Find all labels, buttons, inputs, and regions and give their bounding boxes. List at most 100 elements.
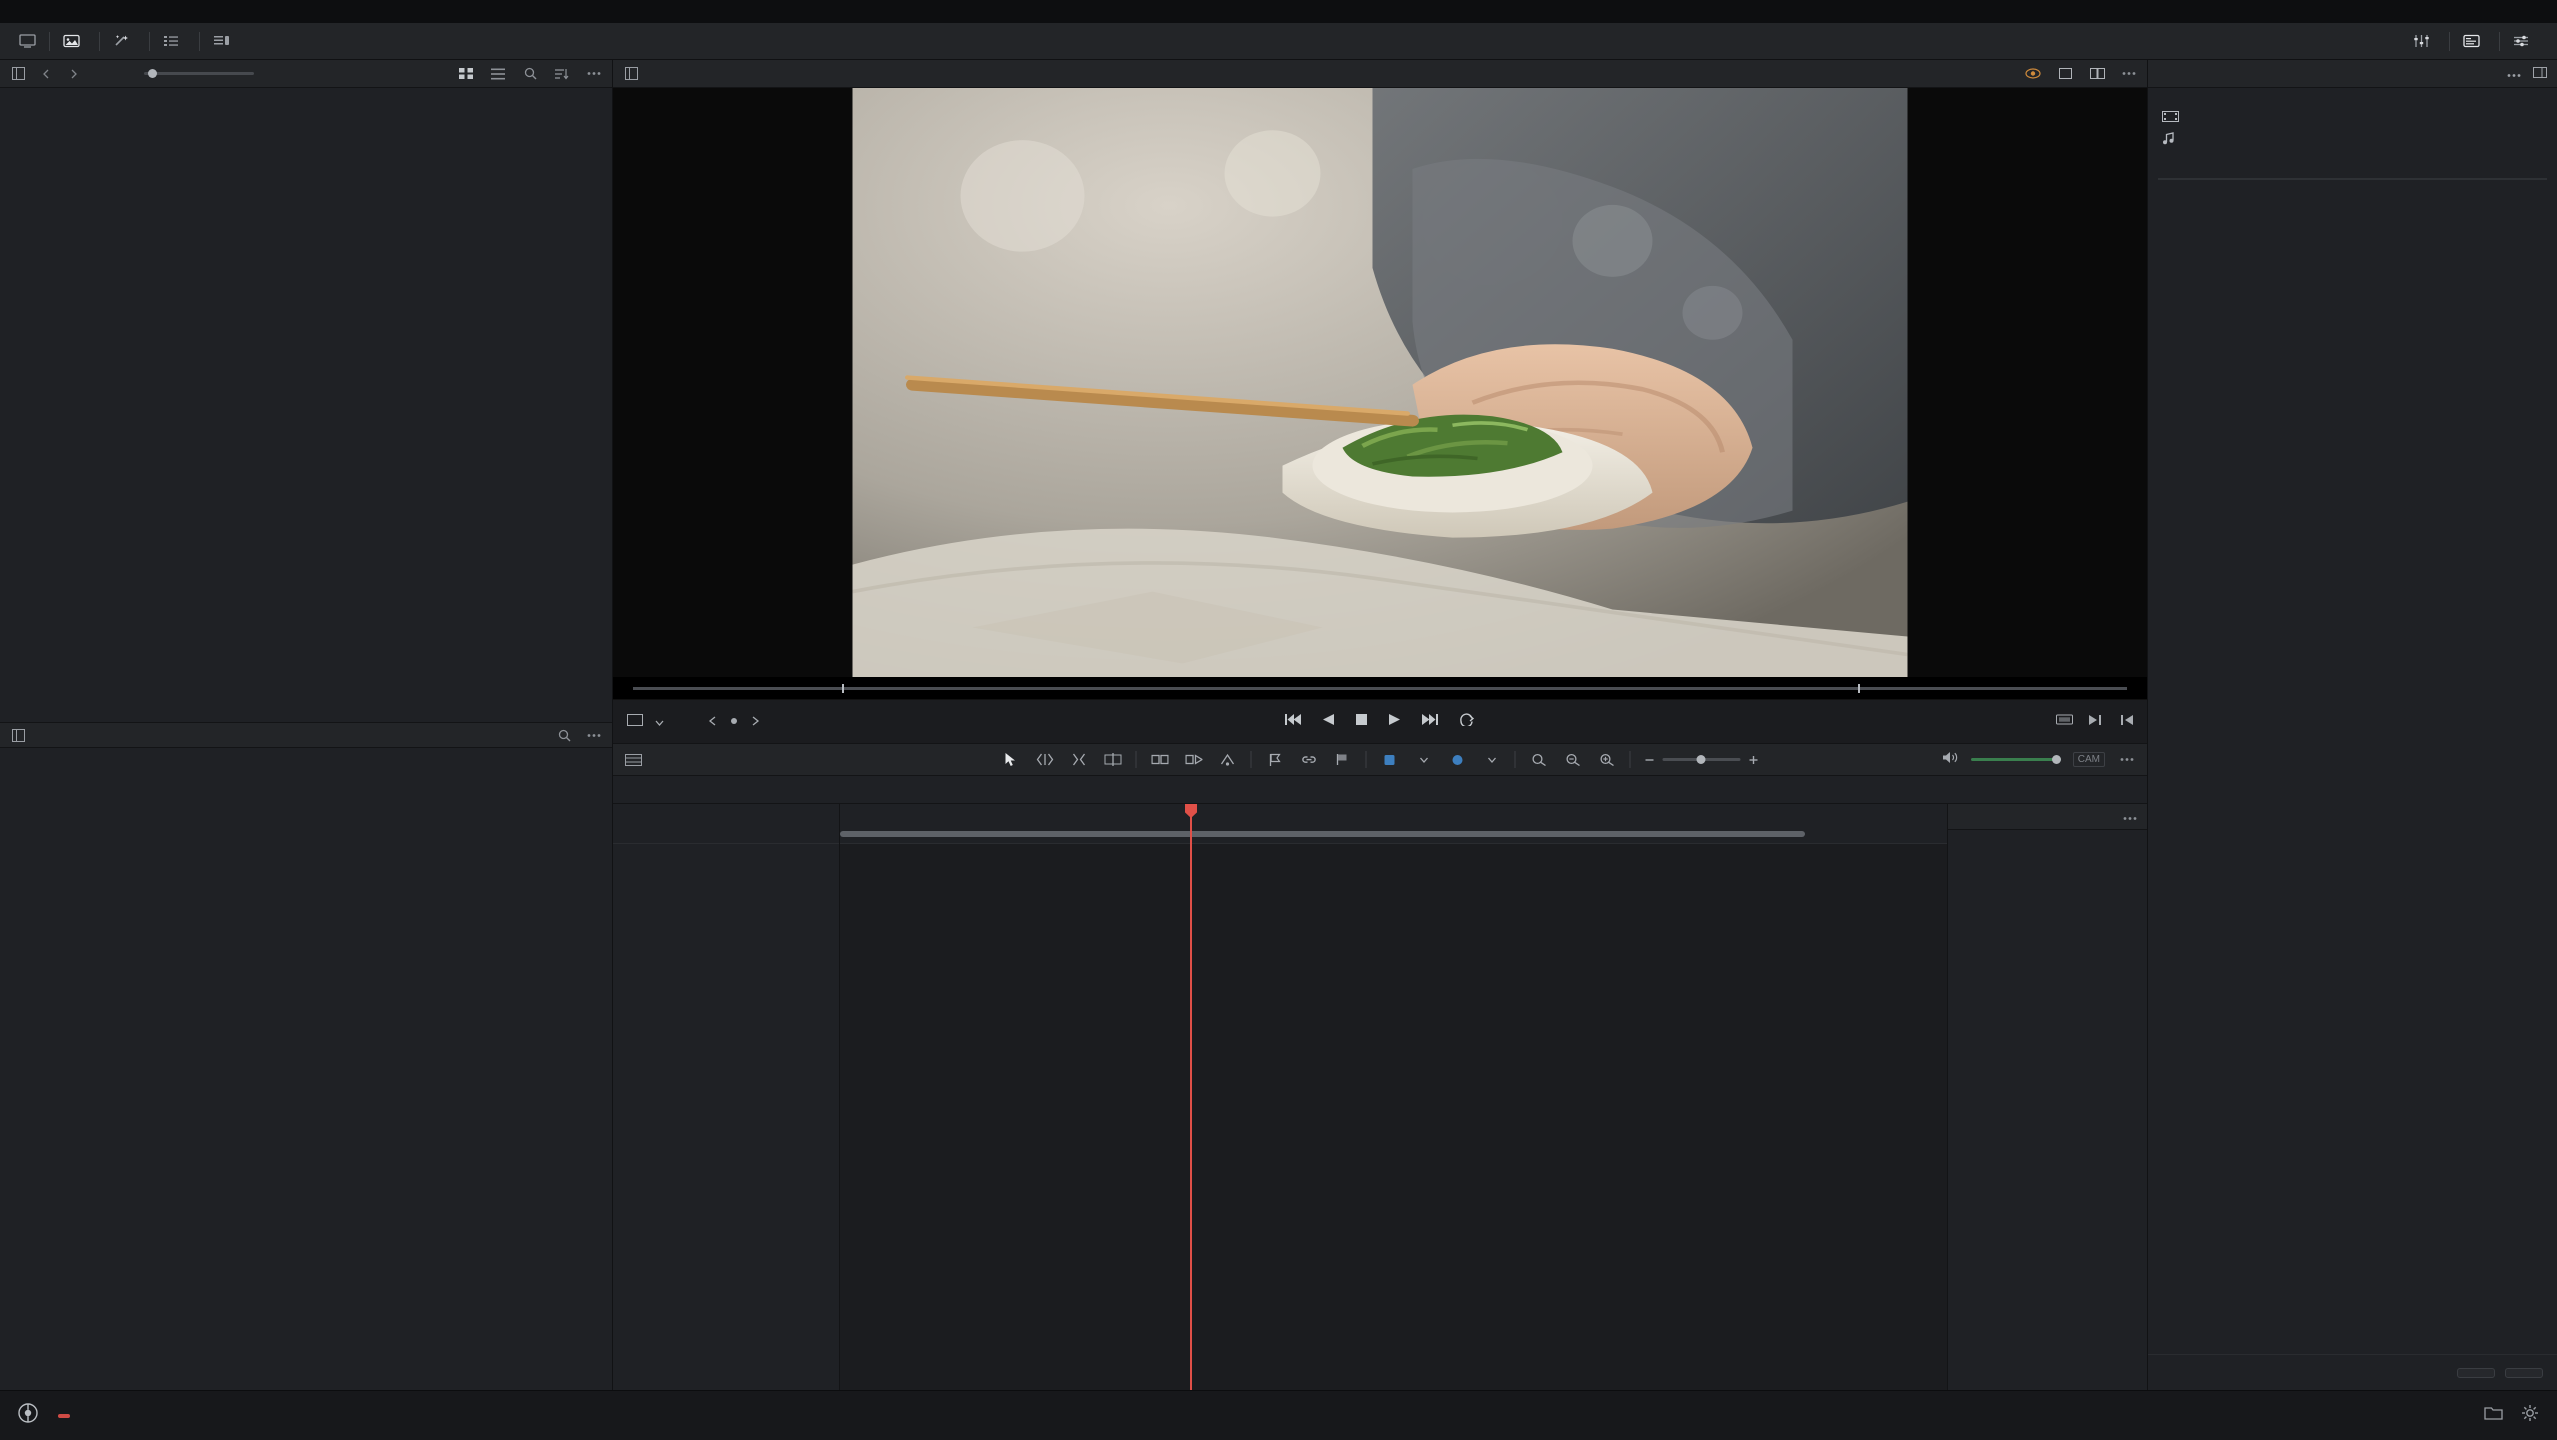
dynamic-trim-tool-icon[interactable]: [1062, 743, 1096, 776]
marker-color-dropdown-icon[interactable]: [1407, 743, 1441, 776]
thumbnail-size-slider[interactable]: [144, 69, 254, 78]
home-button[interactable]: [6, 23, 49, 60]
selection-tool-icon[interactable]: [994, 743, 1028, 776]
viewer-toolbar: [613, 60, 2147, 88]
effects-list[interactable]: [0, 748, 612, 1390]
sound-library-button[interactable]: [200, 23, 249, 60]
marker-tool-icon[interactable]: [1326, 743, 1360, 776]
audio-note-icon: [2162, 132, 2188, 148]
timeline-view-options-icon[interactable]: [623, 750, 643, 770]
bottom-bar: [0, 1390, 2557, 1440]
edit-index-button[interactable]: [150, 23, 199, 60]
audio-speaker-icon[interactable]: [1942, 751, 1959, 769]
metadata-more-icon[interactable]: [2507, 67, 2521, 81]
jump-start-button[interactable]: [1285, 713, 1302, 731]
cancel-button[interactable]: [2457, 1367, 2495, 1378]
metadata-layout-icon[interactable]: [2533, 66, 2547, 81]
loop-button[interactable]: [1458, 712, 1475, 731]
more-options-icon[interactable]: [584, 64, 604, 84]
list-view-icon[interactable]: [488, 64, 508, 84]
inspector-button[interactable]: [2500, 23, 2549, 60]
mixer-button[interactable]: [2400, 23, 2449, 60]
zoom-fit-icon[interactable]: [1522, 743, 1556, 776]
timeline-horizontal-scrollbar[interactable]: [840, 831, 1805, 837]
viewer-single-view-icon[interactable]: [2055, 64, 2075, 84]
razor-tool-icon[interactable]: [1096, 743, 1130, 776]
viewer-image[interactable]: [613, 88, 2147, 677]
prev-marker-icon[interactable]: [708, 713, 717, 731]
next-edit-icon[interactable]: [2089, 713, 2103, 731]
audio-output-badge[interactable]: CAM: [2072, 752, 2105, 767]
marker-add-icon[interactable]: [729, 713, 739, 731]
project-manager-icon[interactable]: [2484, 1405, 2503, 1426]
viewer-sidebar-toggle-icon[interactable]: [621, 64, 641, 84]
save-button[interactable]: [2505, 1367, 2543, 1378]
timeline-tool-divider: [1135, 751, 1137, 768]
play-forward-button[interactable]: [1388, 713, 1401, 731]
timeline-playhead-timecode: [613, 804, 839, 844]
flag-color-blue-icon[interactable]: [1441, 743, 1475, 776]
next-marker-icon[interactable]: [751, 713, 760, 731]
media-pool-grid[interactable]: [0, 88, 612, 722]
viewer-scrubber[interactable]: [613, 677, 2147, 699]
effects-more-icon[interactable]: [584, 725, 604, 745]
stop-button[interactable]: [1355, 713, 1368, 731]
viewer-more-icon[interactable]: [2119, 64, 2139, 84]
audio-volume-slider[interactable]: [1970, 754, 2061, 764]
jump-end-button[interactable]: [1421, 713, 1438, 731]
viewer-aspect-icon[interactable]: [627, 713, 643, 731]
sort-icon[interactable]: [552, 64, 572, 84]
program-viewer: [613, 88, 2147, 743]
metadata-footer: [2148, 1354, 2557, 1390]
ruler-ticks: [840, 804, 1947, 815]
marker-color-blue-icon[interactable]: [1373, 743, 1407, 776]
play-reverse-button[interactable]: [1322, 713, 1335, 731]
timeline-more-options-icon[interactable]: [2117, 750, 2137, 770]
trim-edit-tool-icon[interactable]: [1028, 743, 1062, 776]
flag-tool-icon[interactable]: [1177, 743, 1211, 776]
video-frame: [852, 88, 1908, 677]
timeline-zoom-slider[interactable]: [1662, 754, 1741, 764]
timeline-playhead[interactable]: [1185, 804, 1197, 1390]
dumpling-frame-graphic: [852, 88, 1908, 677]
timeline-tabs: [613, 776, 2147, 804]
effects-sidebar-toggle-icon[interactable]: [8, 725, 28, 745]
nav-forward-icon[interactable]: [64, 64, 84, 84]
timeline-ruler[interactable]: [840, 804, 1947, 844]
metadata-button[interactable]: [2450, 23, 2499, 60]
davinci-resolve-window: CAM: [0, 0, 2557, 1440]
project-settings-icon[interactable]: [2521, 1404, 2539, 1427]
viewer-eye-icon[interactable]: [2023, 64, 2043, 84]
mixer-strips[interactable]: [1948, 830, 2147, 1390]
main-body: CAM: [0, 60, 2557, 1390]
flag-marker-icon[interactable]: [1258, 743, 1292, 776]
viewer-dual-view-icon[interactable]: [2087, 64, 2107, 84]
viewer-aspect-dropdown-icon[interactable]: [655, 713, 664, 731]
sidebar-toggle-icon[interactable]: [8, 64, 28, 84]
zoom-detail-icon[interactable]: [1590, 743, 1624, 776]
flag-color-dropdown-icon[interactable]: [1475, 743, 1509, 776]
mixer-more-icon[interactable]: [2123, 808, 2137, 826]
media-pool-button[interactable]: [50, 23, 99, 60]
left-panel: [0, 60, 613, 1390]
link-clips-icon[interactable]: [1292, 743, 1326, 776]
zoom-full-icon[interactable]: [1556, 743, 1590, 776]
prev-edit-icon[interactable]: [2119, 713, 2133, 731]
snapping-tool-icon[interactable]: [1143, 743, 1177, 776]
center-panel: CAM: [613, 60, 2147, 1390]
transport-controls: [613, 699, 2147, 743]
scrubber-marker-out: [1858, 683, 1861, 693]
search-icon[interactable]: [520, 64, 540, 84]
snapshot-icon[interactable]: [2056, 713, 2073, 731]
timeline-tool-divider-5: [1629, 751, 1631, 768]
effects-library-button[interactable]: [100, 23, 149, 60]
position-lock-icon[interactable]: [1211, 743, 1245, 776]
scrubber-track[interactable]: [633, 683, 2127, 693]
zoom-in-icon: [1749, 755, 1758, 764]
thumbnail-view-icon[interactable]: [456, 64, 476, 84]
metadata-fields[interactable]: [2158, 178, 2547, 180]
timeline-tool-divider-2: [1250, 751, 1252, 768]
effects-search-icon[interactable]: [554, 725, 574, 745]
nav-back-icon[interactable]: [36, 64, 56, 84]
timeline-canvas[interactable]: [840, 804, 1947, 1390]
